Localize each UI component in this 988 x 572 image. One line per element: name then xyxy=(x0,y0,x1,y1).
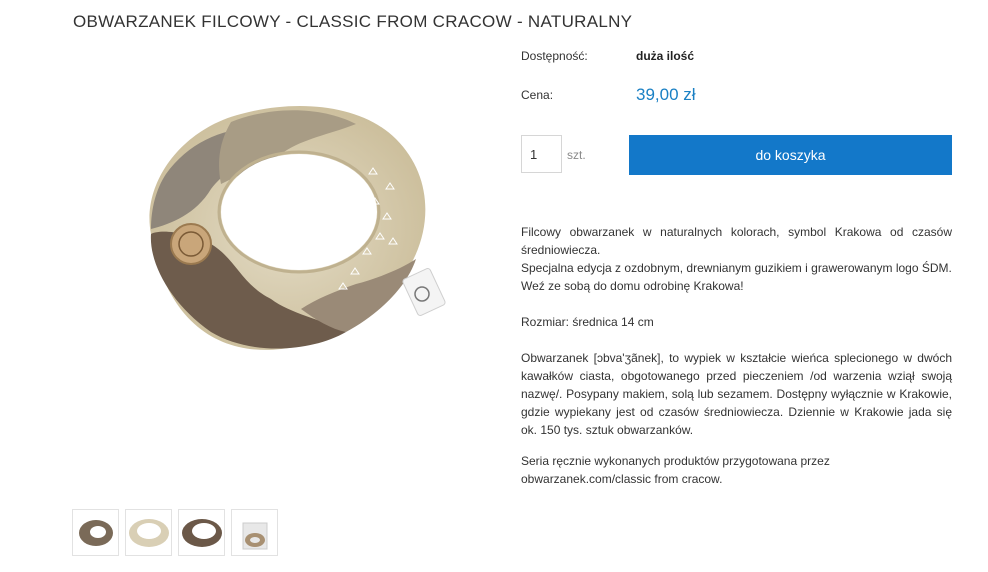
quantity-input[interactable] xyxy=(521,135,562,173)
availability-value: duża ilość xyxy=(636,49,695,63)
thumbnail-image xyxy=(128,518,169,547)
description-paragraph: Obwarzanek [ɔbva'ʒãnek], to wypiek w ksz… xyxy=(521,351,952,437)
thumbnail-4[interactable] xyxy=(231,509,278,556)
price-value: 39,00 zł xyxy=(636,85,696,104)
felt-ring-image xyxy=(149,106,446,350)
availability-label: Dostępność: xyxy=(521,49,588,63)
product-main-image[interactable] xyxy=(70,88,502,370)
description-size: Rozmiar: średnica 14 cm xyxy=(521,315,654,329)
thumbnail-2[interactable] xyxy=(125,509,172,556)
thumbnail-1[interactable] xyxy=(72,509,119,556)
description-paragraph: Specjalna edycja z ozdobnym, drewnianym … xyxy=(521,261,952,275)
product-description: Filcowy obwarzanek w naturalnych kolorac… xyxy=(521,223,952,488)
thumbnail-image xyxy=(78,519,113,546)
description-paragraph: Filcowy obwarzanek w naturalnych kolorac… xyxy=(521,225,952,257)
price-label: Cena: xyxy=(521,88,554,102)
thumbnail-strip xyxy=(72,509,278,556)
description-paragraph: Seria ręcznie wykonanych produktów przyg… xyxy=(521,454,830,486)
add-to-cart-button[interactable]: do koszyka xyxy=(629,135,952,175)
description-paragraph: Weź ze sobą do domu odrobinę Krakowa! xyxy=(521,279,744,293)
thumbnail-3[interactable] xyxy=(178,509,225,556)
thumbnail-image xyxy=(242,522,267,549)
product-title: OBWARZANEK FILCOWY - CLASSIC FROM CRACOW… xyxy=(73,12,633,31)
thumbnail-image xyxy=(181,518,222,547)
unit-label: szt. xyxy=(567,148,586,162)
